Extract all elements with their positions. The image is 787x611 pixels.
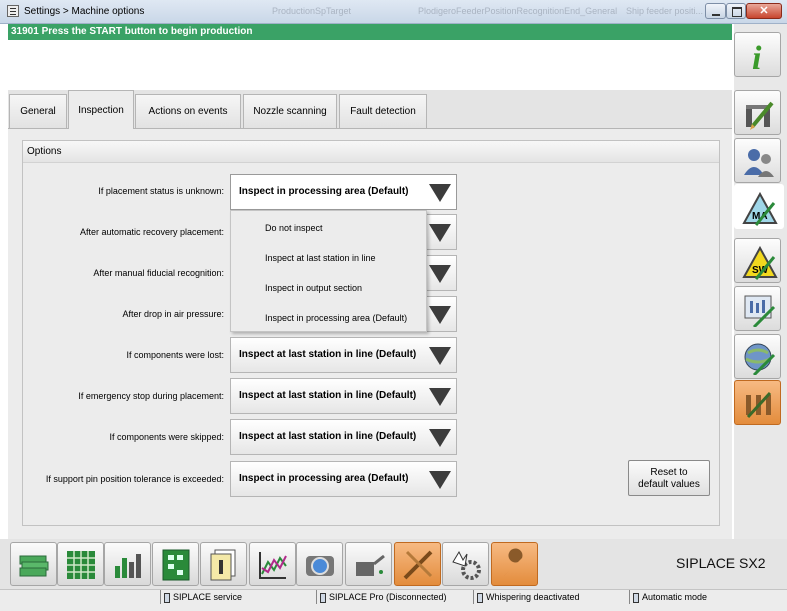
option-label: If components were skipped:: [109, 432, 224, 442]
hand-gear-icon: [452, 550, 481, 580]
option-label: If placement status is unknown:: [98, 186, 224, 196]
triangle-down-icon[interactable]: [429, 347, 451, 365]
option-label: If support pin position tolerance is exc…: [45, 474, 224, 484]
machine-options-icon: [746, 391, 772, 419]
tools-button[interactable]: [394, 542, 441, 586]
footer-siplace-pro: SIPLACE Pro (Disconnected): [316, 590, 447, 604]
tab-nozzle-scanning[interactable]: Nozzle scanning: [243, 94, 337, 128]
tab-actions-on-events[interactable]: Actions on events: [135, 94, 241, 128]
globe-pen-icon: [744, 343, 776, 375]
settings-panel-button[interactable]: [734, 286, 781, 331]
footer-whispering: Whispering deactivated: [473, 590, 580, 604]
minimize-button[interactable]: [705, 3, 726, 19]
oil-can-button[interactable]: [345, 542, 392, 586]
tab-fault-detection[interactable]: Fault detection: [339, 94, 427, 128]
network-button[interactable]: [734, 334, 781, 379]
dropdown-value: Inspect at last station in line (Default…: [239, 390, 417, 401]
menu-item-last-station[interactable]: Inspect at last station in line: [265, 253, 376, 263]
station-pen-icon: [746, 101, 774, 130]
reset-button-line1: Reset to: [650, 467, 688, 478]
reset-defaults-button[interactable]: Reset to default values: [628, 460, 710, 496]
ma-warning-icon: MA: [742, 191, 778, 226]
users-button[interactable]: [734, 138, 781, 183]
dropdown-components-skipped[interactable]: Inspect at last station in line (Default…: [230, 419, 457, 455]
triangle-down-icon[interactable]: [429, 388, 451, 406]
option-label: After manual fiducial recognition:: [93, 268, 224, 278]
ghost-text: Ship feeder positi...: [626, 6, 704, 16]
triangle-down-icon[interactable]: [429, 184, 451, 202]
svg-text:i: i: [752, 40, 762, 73]
documents-icon: [210, 549, 236, 581]
footer-service: SIPLACE service: [160, 590, 242, 604]
ghost-text: ProductionSpTarget: [272, 6, 352, 16]
option-label: After drop in air pressure:: [122, 309, 224, 319]
message-area: [8, 40, 732, 90]
dropdown-components-lost[interactable]: Inspect at last station in line (Default…: [230, 337, 457, 373]
maximize-button[interactable]: [726, 3, 746, 19]
bottom-toolbar: [0, 539, 787, 589]
option-label: After automatic recovery placement:: [79, 227, 224, 237]
camera-button[interactable]: [296, 542, 343, 586]
menu-item-output-section[interactable]: Inspect in output section: [265, 283, 362, 293]
menu-item-do-not-inspect[interactable]: Do not inspect: [265, 223, 323, 233]
sw-warning-icon: SW: [742, 245, 778, 280]
right-sidebar: i MA SW: [734, 24, 787, 544]
grid-button[interactable]: [57, 542, 104, 586]
dropdown-value: Inspect in processing area (Default): [239, 473, 409, 484]
oil-can-icon: [356, 554, 385, 576]
board-button[interactable]: [152, 542, 199, 586]
tools-icon: [403, 550, 433, 580]
grid-icon: [67, 551, 95, 579]
wrench-button[interactable]: [491, 542, 538, 586]
users-icon: [744, 149, 774, 177]
dropdown-support-pin-tolerance[interactable]: Inspect in processing area (Default): [230, 461, 457, 497]
option-label: If components were lost:: [126, 350, 224, 360]
board-icon: [162, 549, 190, 581]
dropdown-emergency-stop[interactable]: Inspect at last station in line (Default…: [230, 378, 457, 414]
sw-button[interactable]: SW: [734, 238, 781, 283]
dropdown-menu: Do not inspect Inspect at last station i…: [230, 210, 427, 332]
bar-graph-icon: [115, 554, 141, 578]
window-titlebar: Settings > Machine options ProductionSpT…: [0, 0, 787, 24]
product-name: SIPLACE SX2: [676, 555, 766, 571]
wrench-icon: [504, 548, 523, 576]
triangle-down-icon[interactable]: [429, 471, 451, 489]
panel-pen-icon: [744, 295, 776, 327]
dropdown-value: Inspect at last station in line (Default…: [239, 431, 417, 442]
line-chart-button[interactable]: [249, 542, 296, 586]
line-chart-icon: [259, 552, 287, 579]
triangle-down-icon[interactable]: [429, 306, 451, 324]
hand-gear-button[interactable]: [442, 542, 489, 586]
money-stack-icon: [19, 555, 49, 577]
options-header: Options: [23, 141, 719, 163]
footer-mode: Automatic mode: [629, 590, 707, 604]
triangle-down-icon[interactable]: [429, 429, 451, 447]
status-message: 31901 Press the START button to begin pr…: [8, 24, 732, 40]
station-button[interactable]: [734, 90, 781, 135]
tab-general[interactable]: General: [9, 94, 67, 128]
camera-icon: [306, 556, 334, 576]
info-button[interactable]: i: [734, 32, 781, 77]
dropdown-value: Inspect at last station in line (Default…: [239, 349, 417, 360]
triangle-down-icon[interactable]: [429, 224, 451, 242]
window-title: Settings > Machine options: [24, 6, 145, 17]
app-menu-icon[interactable]: [7, 5, 19, 17]
dropdown-value: Inspect in processing area (Default): [239, 186, 409, 197]
bar-graph-button[interactable]: [104, 542, 151, 586]
ghost-text: PlodigeroFeederPositionRecognitionEnd_Ge…: [418, 6, 618, 16]
menu-item-processing-area[interactable]: Inspect in processing area (Default): [265, 313, 407, 323]
machine-options-button[interactable]: [734, 380, 781, 425]
triangle-down-icon[interactable]: [429, 265, 451, 283]
reset-button-line2: default values: [638, 479, 700, 490]
tab-inspection[interactable]: Inspection: [68, 90, 134, 129]
money-button[interactable]: [10, 542, 57, 586]
option-label: If emergency stop during placement:: [78, 391, 224, 401]
documents-button[interactable]: [200, 542, 247, 586]
ma-button[interactable]: MA: [734, 184, 784, 229]
info-icon: i: [752, 40, 762, 73]
close-button[interactable]: ✕: [746, 3, 782, 19]
dropdown-placement-status-unknown[interactable]: Inspect in processing area (Default): [230, 174, 457, 210]
